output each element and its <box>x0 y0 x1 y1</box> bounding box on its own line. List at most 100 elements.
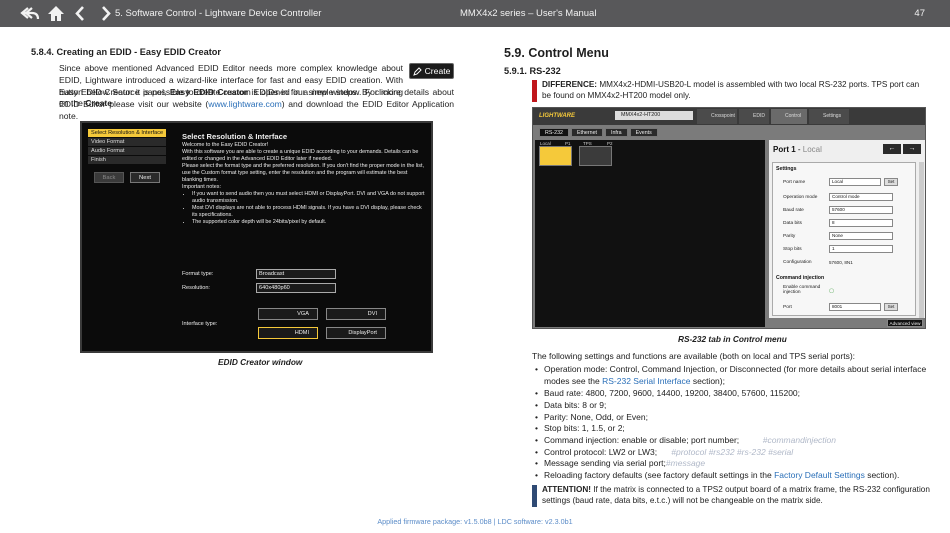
bullet-item: Message sending via serial port;#message <box>535 458 930 470</box>
create-button[interactable]: Create <box>409 63 454 79</box>
next-port-icon[interactable]: → <box>903 144 921 154</box>
notes-title: Important notes: <box>182 184 221 190</box>
wizard-welcome: Welcome to the Easy EDID Creator! <box>182 142 269 148</box>
port-name-set-button[interactable]: Set <box>884 178 898 186</box>
stop-bits-label: Stop bits <box>783 247 802 252</box>
nav-icons <box>20 4 118 23</box>
edid-wizard-steps: Select Resolution & Interface Video Form… <box>88 129 166 165</box>
chapter-title: 5. Software Control - Lightware Device C… <box>115 8 322 19</box>
note-item: The supported color depth will be 24bits… <box>192 219 427 226</box>
bullet-text: Message sending via serial port; <box>544 458 666 468</box>
format-type-label: Format type: <box>182 271 214 277</box>
interface-vga-button[interactable]: VGA <box>258 308 318 320</box>
attention-text: If the matrix is connected to a TPS2 out… <box>542 485 930 505</box>
wizard-text-1: With this software you are able to creat… <box>182 149 419 162</box>
tab-infra[interactable]: Infra <box>605 128 628 137</box>
wizard-text-2: Please select the format type and the pr… <box>182 163 424 183</box>
website-link[interactable]: www.lightware.com <box>208 99 282 109</box>
edid-caption: EDID Creator window <box>218 357 303 367</box>
port-tile-local[interactable] <box>539 146 572 166</box>
hashtag-text: #commandinjection <box>762 435 836 445</box>
prev-port-icon[interactable]: ← <box>883 144 901 154</box>
menu-settings[interactable]: Settings <box>809 109 849 124</box>
back-icon[interactable] <box>20 4 40 23</box>
operation-mode-select[interactable]: Control mode <box>829 193 893 201</box>
resolution-select[interactable]: 640x480p60 <box>256 283 336 293</box>
notes-list: If you want to send audio then you must … <box>192 191 427 226</box>
interface-type-label: Interface type: <box>182 321 218 327</box>
back-button[interactable]: Back <box>94 172 124 183</box>
rs232-screenshot: LIGHTWARE MMX4x2-HT200 Crosspoint EDID C… <box>532 107 926 329</box>
cmd-port-set-button[interactable]: Set <box>884 303 898 311</box>
configuration-value: 57600, 8N1 <box>829 260 853 265</box>
interface-hdmi-button[interactable]: HDMI <box>258 327 318 339</box>
bullet-item: Control protocol: LW2 or LW3; #protocol … <box>535 447 930 459</box>
page-header: 5. Software Control - Lightware Device C… <box>0 0 950 27</box>
lightware-logo: LIGHTWARE <box>539 113 575 119</box>
baud-rate-label: Baud rate <box>783 208 804 213</box>
parity-label: Parity <box>783 234 796 239</box>
parity-select[interactable]: None <box>829 232 893 240</box>
bullet-tail: section); <box>690 375 725 386</box>
baud-rate-select[interactable]: 57600 <box>829 206 893 214</box>
home-icon[interactable] <box>46 4 66 23</box>
port-settings-panel: Port 1 - Local ← → Settings Port name Lo… <box>769 140 925 318</box>
section-heading-control: 5.9. Control Menu <box>504 46 609 60</box>
port-name-input[interactable]: Local <box>829 178 881 186</box>
prev-icon[interactable] <box>72 4 92 23</box>
rs232-serial-interface-link[interactable]: RS-232 Serial Interface <box>602 376 690 386</box>
data-bits-label: Data bits <box>783 221 802 226</box>
control-tabs: RS-232 Ethernet Infra Events <box>539 128 658 137</box>
configuration-label: Configuration <box>783 260 812 265</box>
factory-default-settings-link[interactable]: Factory Default Settings <box>774 470 865 480</box>
interface-displayport-button[interactable]: DisplayPort <box>326 327 386 339</box>
tab-events[interactable]: Events <box>629 128 658 137</box>
wizard-step[interactable]: Select Resolution & Interface <box>88 129 166 137</box>
enable-toggle-icon[interactable]: ◯ <box>829 288 834 294</box>
port-label-cmd: Port <box>783 305 792 310</box>
hashtag-text: #protocol #rs232 #rs-232 #serial <box>671 447 794 457</box>
bullet-item: Stop bits: 1, 1.5, or 2; <box>535 423 930 435</box>
interface-dvi-button[interactable]: DVI <box>326 308 386 320</box>
difference-label: DIFFERENCE: <box>542 80 598 89</box>
scrollbar[interactable] <box>919 162 924 318</box>
wizard-step[interactable]: Video Format <box>88 138 166 146</box>
data-bits-select[interactable]: 8 <box>829 219 893 227</box>
bullet-item: Parity: None, Odd, or Even; <box>535 412 930 424</box>
port-tile-tps[interactable] <box>579 146 612 166</box>
difference-text: MMX4x2-HDMI-USB20-L model is assembled w… <box>542 80 920 100</box>
menu-crosspoint[interactable]: Crosspoint <box>697 109 737 124</box>
device-name: MMX4x2-HT200 <box>615 111 693 120</box>
wizard-title: Select Resolution & Interface <box>182 132 288 141</box>
menu-control[interactable]: Control <box>771 109 807 124</box>
advanced-view-button[interactable]: Advanced view <box>887 319 923 327</box>
section-heading-edid: 5.8.4. Creating an EDID - Easy EDID Crea… <box>31 47 221 57</box>
menu-edid[interactable]: EDID <box>739 109 769 124</box>
command-injection-title: Command injection <box>776 275 825 281</box>
pencil-icon <box>412 66 422 76</box>
bullet-item: Command injection: enable or disable; po… <box>535 435 930 447</box>
format-type-select[interactable]: Broadcast <box>256 269 336 279</box>
port-title: Port 1 - Local <box>773 145 822 154</box>
difference-note: DIFFERENCE: MMX4x2-HDMI-USB20-L model is… <box>532 80 930 102</box>
para1-tail: button below Source panel, <box>59 87 167 97</box>
wizard-step[interactable]: Finish <box>88 156 166 164</box>
cmd-port-input[interactable]: 8001 <box>829 303 881 311</box>
settings-box: Settings Port name Local Set Operation m… <box>772 162 916 316</box>
enable-command-injection-label: Enable command injection <box>783 285 821 295</box>
bullet-tail: section). <box>864 470 900 480</box>
tab-rs232[interactable]: RS-232 <box>539 128 569 137</box>
bullet-text: Reloading factory defaults (see factory … <box>544 470 775 480</box>
resolution-label: Resolution: <box>182 285 210 291</box>
port-name-label: Port name <box>783 180 806 185</box>
tab-ethernet[interactable]: Ethernet <box>570 128 603 137</box>
edid-creator-screenshot: Select Resolution & Interface Video Form… <box>80 121 433 353</box>
next-button[interactable]: Next <box>130 172 160 183</box>
bullet-item: Reloading factory defaults (see factory … <box>535 470 930 482</box>
wizard-step[interactable]: Audio Format <box>88 147 166 155</box>
page-footer: Applied firmware package: v1.5.0b8 | LDC… <box>377 517 573 526</box>
attention-note: ATTENTION! If the matrix is connected to… <box>532 485 930 507</box>
stop-bits-select[interactable]: 1 <box>829 245 893 253</box>
bullet-item: Baud rate: 4800, 7200, 9600, 14400, 1920… <box>535 388 930 400</box>
hashtag-text: #message <box>665 458 706 468</box>
